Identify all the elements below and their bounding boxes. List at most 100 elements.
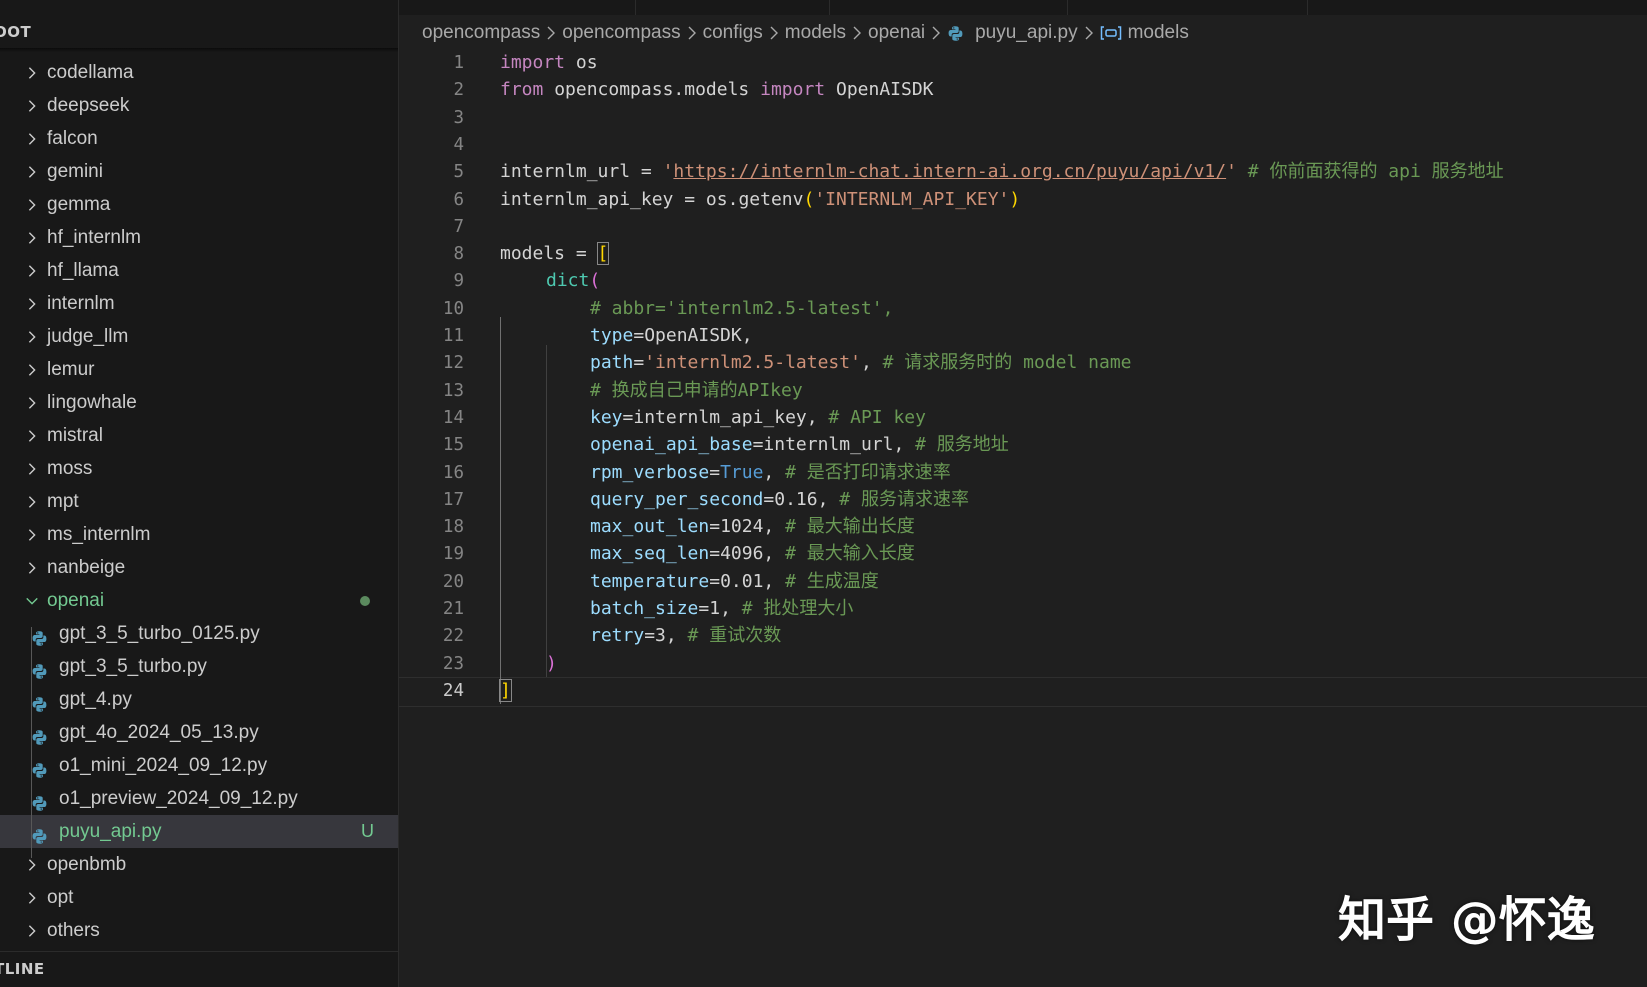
code-line-15: openai_api_base=internlm_url, # 服务地址 (590, 434, 1009, 456)
tab-separator (635, 0, 636, 15)
git-untracked-badge: U (361, 821, 374, 841)
folder-gemini[interactable]: gemini (0, 155, 398, 188)
folder-label: others (47, 920, 100, 941)
outline-section-header[interactable]: TLINE (0, 951, 398, 987)
folder-label: falcon (47, 128, 98, 149)
file-label: gpt_3_5_turbo.py (59, 656, 207, 677)
folder-openbmb[interactable]: openbmb (0, 848, 398, 881)
file-item[interactable]: gpt_4o_2024_05_13.py (0, 716, 398, 749)
code-line-6: internlm_api_key = os.getenv('INTERNLM_A… (500, 188, 1021, 210)
folder-label: hf_llama (47, 260, 119, 281)
line-number: 23 (442, 653, 464, 674)
folder-judge-llm[interactable]: judge_llm (0, 320, 398, 353)
folder-opt[interactable]: opt (0, 881, 398, 914)
chevron-right-icon (24, 419, 40, 452)
chevron-right-icon (24, 518, 40, 551)
line-number: 21 (442, 599, 464, 619)
file-tree: codellama deepseek falcon gemini gemma hf_int… (0, 56, 398, 947)
code-line-5: internlm_url = 'https://internlm-chat.in… (500, 161, 1504, 183)
folder-openai[interactable]: openai (0, 584, 398, 617)
breadcrumb-item[interactable]: opencompass (562, 16, 680, 50)
breadcrumb: opencompass opencompass configs models o… (422, 16, 1189, 50)
folder-label: moss (47, 458, 93, 479)
url-link[interactable]: https://internlm-chat.intern-ai.org.cn/p… (673, 161, 1226, 182)
folder-label: openbmb (47, 854, 127, 875)
folder-ms-internlm[interactable]: ms_internlm (0, 518, 398, 551)
folder-internlm[interactable]: internlm (0, 287, 398, 320)
code-line-1: import os (500, 52, 598, 73)
line-number: 4 (453, 134, 464, 155)
indent-guide (500, 317, 501, 704)
chevron-right-icon (681, 26, 703, 40)
folder-label: mpt (47, 491, 79, 512)
line-number: 2 (453, 80, 464, 101)
explorer-section-header[interactable]: OOT (0, 16, 398, 52)
chevron-right-icon (24, 221, 40, 254)
folder-mistral[interactable]: mistral (0, 419, 398, 452)
breadcrumb-item[interactable]: opencompass (422, 16, 540, 50)
chevron-right-icon (24, 122, 40, 155)
file-label: puyu_api.py (59, 821, 162, 842)
chevron-right-icon (1078, 26, 1100, 40)
python-file-icon (31, 625, 48, 646)
folder-lingowhale[interactable]: lingowhale (0, 386, 398, 419)
file-item[interactable]: o1_preview_2024_09_12.py (0, 782, 398, 815)
python-file-icon (31, 724, 48, 745)
folder-moss[interactable]: moss (0, 452, 398, 485)
file-item[interactable]: gpt_4.py (0, 683, 398, 716)
line-number: 20 (442, 571, 464, 592)
chevron-right-icon (24, 188, 40, 221)
folder-gemma[interactable]: gemma (0, 188, 398, 221)
code-line-22: retry=3, # 重试次数 (590, 625, 782, 647)
python-file-icon (31, 691, 48, 712)
folder-label: gemma (47, 194, 111, 215)
file-item[interactable]: gpt_3_5_turbo_0125.py (0, 617, 398, 650)
chevron-right-icon (24, 452, 40, 485)
file-item[interactable]: puyu_api.py U (0, 815, 398, 848)
code-line-11: type=OpenAISDK, (590, 325, 753, 346)
chevron-right-icon (24, 881, 40, 914)
folder-label: ms_internlm (47, 524, 151, 545)
code-line-14: key=internlm_api_key, # API key (590, 406, 926, 428)
line-number: 24 (442, 680, 464, 701)
file-item[interactable]: o1_mini_2024_09_12.py (0, 749, 398, 782)
breadcrumb-symbol[interactable]: models (1128, 16, 1189, 50)
folder-others[interactable]: others (0, 914, 398, 947)
chevron-right-icon (24, 848, 40, 881)
folder-label: hf_internlm (47, 227, 141, 248)
folder-nanbeige[interactable]: nanbeige (0, 551, 398, 584)
bracket-match: [ (596, 242, 610, 266)
code-line-16: rpm_verbose=True, # 是否打印请求速率 (590, 461, 951, 483)
code-line-13: # 换成自己申请的APIkey (590, 379, 803, 401)
file-label: gpt_4.py (59, 689, 132, 710)
folder-falcon[interactable]: falcon (0, 122, 398, 155)
breadcrumb-item[interactable]: openai (868, 16, 925, 50)
file-item[interactable]: gpt_3_5_turbo.py (0, 650, 398, 683)
chevron-right-icon (24, 254, 40, 287)
chevron-right-icon (24, 914, 40, 947)
chevron-right-icon (24, 287, 40, 320)
chevron-right-icon (24, 485, 40, 518)
folder-label: gemini (47, 161, 103, 182)
editor-tab-strip[interactable] (399, 0, 1647, 15)
folder-lemur[interactable]: lemur (0, 353, 398, 386)
chevron-right-icon (540, 26, 562, 40)
line-number: 1 (453, 53, 464, 73)
breadcrumb-item[interactable]: models (785, 16, 846, 50)
folder-label: lingowhale (47, 392, 137, 413)
breadcrumb-file[interactable]: puyu_api.py (975, 16, 1077, 50)
folder-codellama[interactable]: codellama (0, 56, 398, 89)
line-number: 3 (453, 107, 464, 128)
line-number: 13 (442, 380, 464, 401)
folder-hf-llama[interactable]: hf_llama (0, 254, 398, 287)
file-label: o1_preview_2024_09_12.py (59, 788, 298, 809)
chevron-right-icon (24, 155, 40, 188)
breadcrumb-item[interactable]: configs (703, 16, 763, 50)
code-editor[interactable]: 1 2 3 4 5 6 7 8 9 10 11 12 13 14 15 16 17 18 19 20 21 22 23 24 … (399, 49, 1647, 987)
code-line-2: from opencompass.models import OpenAISDK (500, 79, 934, 101)
tab-separator (1067, 0, 1068, 15)
folder-mpt[interactable]: mpt (0, 485, 398, 518)
symbol-variable-icon (1100, 23, 1124, 43)
folder-deepseek[interactable]: deepseek (0, 89, 398, 122)
folder-hf-internlm[interactable]: hf_internlm (0, 221, 398, 254)
